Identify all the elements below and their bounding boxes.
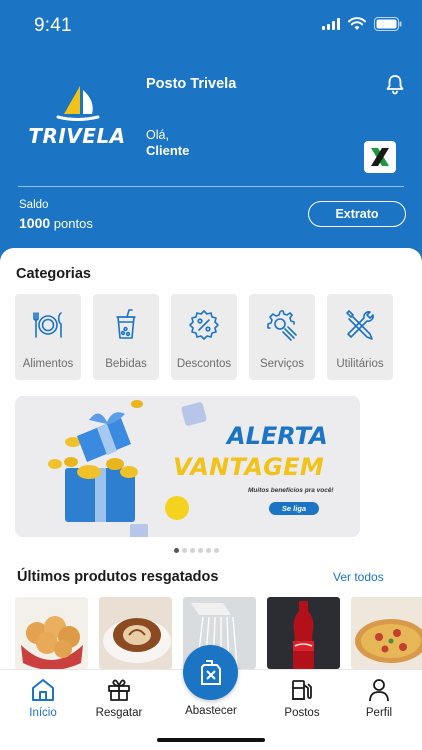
pagination-dot[interactable] (190, 548, 195, 553)
tab-perfil[interactable]: Perfil (344, 670, 414, 730)
category-bebidas[interactable]: Bebidas (93, 294, 159, 380)
pagination-dot[interactable] (206, 548, 211, 553)
status-icons (322, 17, 402, 31)
plate-cutlery-icon (33, 312, 62, 338)
user-name: Cliente (146, 143, 190, 158)
cappuccino-illustration (103, 618, 171, 663)
balance-label: Saldo (19, 199, 49, 211)
sailboat-icon (56, 86, 100, 121)
wifi-icon (348, 17, 366, 30)
drink-cup-icon (116, 309, 136, 339)
banner-title-line2: VANTAGEM (173, 453, 325, 481)
status-time: 9:41 (34, 15, 72, 36)
recent-products-title: Últimos produtos resgatados (17, 569, 219, 585)
category-label: Utilitários (336, 358, 384, 370)
cappuccino-image[interactable] (99, 597, 172, 669)
coca-cola-illustration (293, 601, 314, 669)
pao-de-queijo-image[interactable] (15, 597, 88, 669)
category-label: Serviços (259, 358, 305, 370)
category-label: Alimentos (22, 358, 74, 370)
tab-label: Perfil (365, 707, 393, 719)
banner-pagination (174, 548, 219, 553)
user-icon (369, 679, 389, 702)
category-descontos[interactable]: Descontos (171, 294, 237, 380)
pagination-dot[interactable] (198, 548, 203, 553)
category-alimentos[interactable]: Alimentos (15, 294, 81, 380)
app-header: 9:41 TRIVELA Posto Trivela Olá, Cliente … (0, 0, 422, 262)
category-utilitarios[interactable]: Utilitários (327, 294, 393, 380)
abastecer-label: Abastecer (185, 705, 237, 717)
pagination-dot[interactable] (182, 548, 187, 553)
statement-button[interactable]: Extrato (308, 201, 406, 227)
x-logo-icon (371, 148, 389, 166)
fuel-can-icon (200, 659, 221, 685)
battery-icon (374, 17, 402, 31)
pizza-image[interactable] (351, 597, 422, 669)
home-icon (32, 679, 54, 701)
gift-icon (108, 679, 130, 701)
see-all-link[interactable]: Ver todos (333, 570, 384, 584)
banner-cta-button[interactable]: Se liga (269, 502, 319, 515)
balance-unit: pontos (53, 216, 93, 231)
promo-banner[interactable]: ALERTA VANTAGEM Muitos benefícios pra vo… (15, 396, 360, 537)
coca-cola-image[interactable] (267, 597, 340, 669)
home-indicator (157, 738, 265, 742)
partner-app-badge[interactable] (364, 141, 396, 173)
station-name: Posto Trivela (146, 76, 237, 92)
pagination-dot[interactable] (174, 548, 179, 553)
signal-icon (322, 18, 340, 30)
banner-subtitle: Muitos benefícios pra você! (248, 487, 334, 494)
tab-resgatar[interactable]: Resgatar (84, 670, 154, 730)
category-label: Descontos (176, 358, 232, 370)
tab-inicio[interactable]: Início (8, 670, 78, 730)
header-divider (18, 186, 404, 187)
bell-icon[interactable] (384, 73, 406, 95)
tools-icon (346, 310, 374, 340)
pizza-illustration (355, 619, 422, 663)
banner-title-line1: ALERTA (227, 422, 328, 450)
tab-postos[interactable]: Postos (267, 670, 337, 730)
pagination-dot[interactable] (214, 548, 219, 553)
balance-points: 1000 (19, 215, 51, 231)
status-bar: 9:41 (0, 0, 422, 50)
trivela-logo: TRIVELA (28, 84, 126, 150)
greeting-text: Olá, (146, 128, 169, 142)
logo-wordmark: TRIVELA (28, 124, 126, 148)
categories-list: Alimentos Bebidas Descontos Serviços Uti… (15, 294, 393, 380)
tab-label: Postos (284, 707, 320, 719)
discount-badge-icon (189, 310, 219, 340)
categories-title: Categorias (16, 266, 91, 282)
tab-label: Resgatar (95, 707, 143, 719)
category-servicos[interactable]: Serviços (249, 294, 315, 380)
gear-wrench-icon (267, 310, 297, 341)
abastecer-button[interactable] (183, 645, 238, 700)
tab-label: Início (29, 707, 57, 719)
balance-value: 1000 pontos (19, 215, 93, 231)
fuel-pump-icon (292, 680, 312, 700)
category-label: Bebidas (105, 358, 147, 370)
pao-de-queijo-illustration (21, 616, 83, 669)
